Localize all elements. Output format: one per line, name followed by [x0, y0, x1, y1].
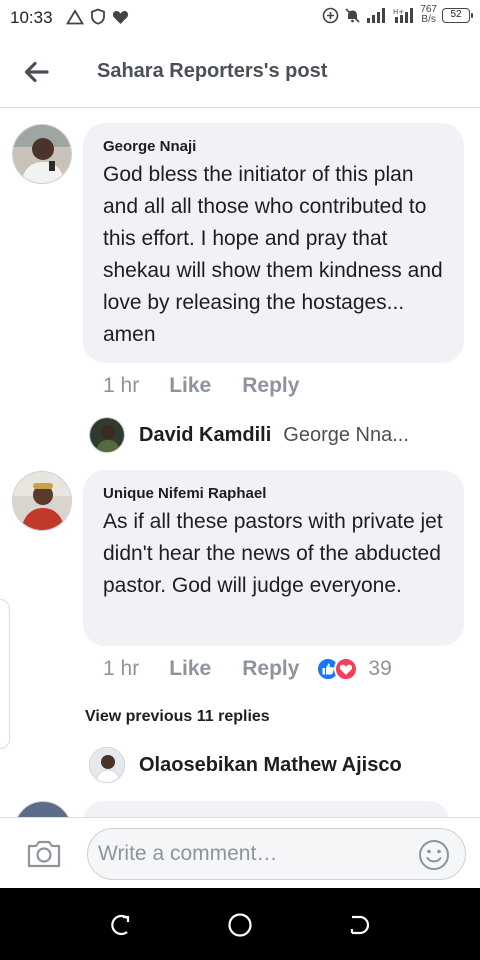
- recent-apps-icon: [111, 914, 130, 936]
- back-nav-icon: [350, 915, 370, 935]
- home-button[interactable]: [225, 910, 255, 940]
- side-panel-edge: [0, 599, 10, 749]
- avatar[interactable]: [14, 801, 72, 817]
- like-button[interactable]: Like: [169, 374, 211, 398]
- smiley-icon: [419, 840, 449, 870]
- reply-author: David Kamdili: [139, 423, 272, 446]
- comment-actions: 1 hr Like Reply: [103, 374, 299, 398]
- comment-bubble: Unique Nifemi Raphael As if all these pa…: [83, 470, 464, 646]
- network-speed: 767 B/s: [420, 5, 437, 25]
- system-navigation-bar: [0, 888, 480, 960]
- battery-icon: 52: [442, 7, 473, 23]
- comment-input-box[interactable]: [87, 828, 466, 880]
- love-icon: [334, 657, 359, 681]
- back-button[interactable]: [18, 54, 54, 90]
- reply-avatar: [89, 747, 125, 783]
- shield-icon: [91, 8, 105, 25]
- comment-bubble: George Nnaji God bless the initiator of …: [83, 123, 464, 363]
- back-nav-button[interactable]: [345, 910, 375, 940]
- emoji-button[interactable]: [417, 838, 451, 872]
- comment-bubble: [83, 801, 449, 817]
- signal-bars-icon: [367, 8, 386, 23]
- camera-icon: [27, 840, 61, 868]
- comments-list: George Nnaji God bless the initiator of …: [0, 109, 480, 817]
- reply-preview[interactable]: David Kamdili George Nna...: [89, 417, 409, 453]
- heart-icon: [112, 10, 129, 24]
- reaction-count: 39: [368, 657, 392, 680]
- comment-input[interactable]: [98, 837, 398, 871]
- avatar[interactable]: [12, 124, 72, 184]
- comment-text: As if all these pastors with private jet…: [103, 510, 443, 597]
- reply-author: Olaosebikan Mathew Ajisco: [139, 753, 402, 776]
- comment-author[interactable]: George Nnaji: [103, 138, 444, 155]
- hplus-signal-icon: H+: [393, 8, 414, 23]
- page-title: Sahara Reporters's post: [97, 60, 328, 82]
- avatar-photo: [13, 472, 71, 530]
- data-saver-icon: [323, 7, 339, 23]
- comment-time[interactable]: 1 hr: [103, 657, 139, 681]
- comment-actions: 1 hr Like Reply 39: [103, 657, 392, 681]
- comment-composer: [0, 817, 480, 888]
- battery-level: 52: [450, 8, 462, 20]
- comment-time[interactable]: 1 hr: [103, 374, 139, 398]
- status-bar: 10:33 H+ 767 B/s 52: [0, 0, 480, 36]
- avatar-photo: [13, 125, 71, 183]
- reply-avatar: [89, 417, 125, 453]
- status-time: 10:33: [10, 8, 53, 27]
- avatar[interactable]: [12, 471, 72, 531]
- reply-preview[interactable]: Olaosebikan Mathew Ajisco: [89, 747, 402, 783]
- back-arrow-icon: [24, 61, 49, 83]
- network-speed-unit: B/s: [421, 14, 436, 25]
- reply-avatar-photo: [90, 418, 124, 452]
- comment-text: God bless the initiator of this plan and…: [103, 163, 443, 346]
- reaction-summary[interactable]: 39: [316, 657, 392, 681]
- reply-avatar-photo: [90, 748, 124, 782]
- status-system-icons: H+ 767 B/s 52: [322, 5, 473, 25]
- view-previous-replies-link[interactable]: View previous 11 replies: [85, 708, 270, 726]
- camera-button[interactable]: [24, 834, 64, 874]
- recent-apps-button[interactable]: [105, 910, 135, 940]
- warning-triangle-icon: [66, 8, 84, 24]
- status-notification-icons: [66, 8, 129, 25]
- home-circle-icon: [228, 913, 252, 937]
- reply-snippet: George Nna...: [283, 423, 409, 446]
- post-header: Sahara Reporters's post: [0, 36, 480, 108]
- mute-bell-icon: [345, 7, 360, 23]
- reply-button[interactable]: Reply: [242, 657, 299, 681]
- like-button[interactable]: Like: [169, 657, 211, 681]
- reply-button[interactable]: Reply: [242, 374, 299, 398]
- comment-author[interactable]: Unique Nifemi Raphael: [103, 485, 444, 502]
- svg-text:H+: H+: [393, 8, 404, 16]
